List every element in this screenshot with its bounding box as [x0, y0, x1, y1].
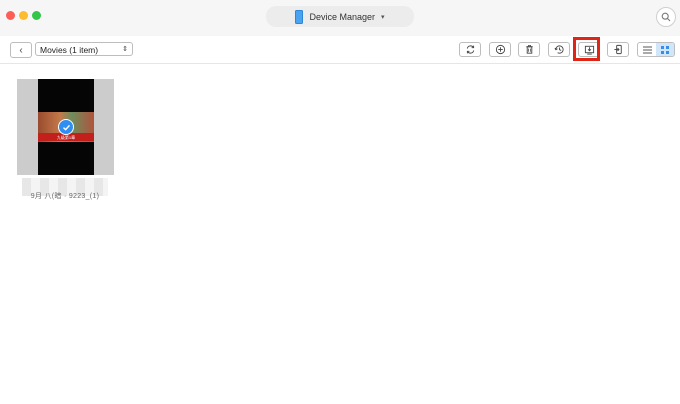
maximize-window-button[interactable] [32, 11, 41, 20]
restore-button[interactable] [548, 42, 570, 57]
updown-chevron-icon: ⇕ [122, 46, 128, 53]
minimize-window-button[interactable] [19, 11, 28, 20]
media-item[interactable]: 九级第1章 [17, 79, 114, 175]
device-selector[interactable]: Device Manager ▾ [266, 6, 414, 27]
list-view-icon [642, 46, 652, 53]
send-to-device-icon [613, 44, 622, 55]
media-file-name: 9月 八(暗 · 9223_(1) [30, 193, 100, 200]
export-button-highlight [573, 37, 600, 61]
back-button[interactable]: ‹ [10, 42, 32, 58]
refresh-icon [466, 45, 474, 54]
add-button[interactable] [489, 42, 511, 57]
plus-circle-icon [495, 44, 505, 55]
phone-icon [295, 9, 304, 24]
trash-icon [525, 45, 533, 54]
refresh-button[interactable] [459, 42, 481, 57]
grid-view-icon [661, 45, 669, 54]
checkmark-icon [62, 124, 70, 131]
device-label: Device Manager [309, 11, 375, 22]
chevron-left-icon: ‹ [19, 44, 23, 56]
send-to-device-button[interactable] [607, 42, 629, 57]
grid-view-button[interactable] [656, 43, 674, 56]
view-mode-toggle [637, 42, 675, 57]
video-thumbnail: 九级第1章 [38, 79, 94, 175]
delete-button[interactable] [518, 42, 540, 57]
folder-select-value: Movies (1 item) [40, 45, 99, 55]
restore-icon [554, 45, 564, 54]
thumbnail-caption: 九级第1章 [56, 135, 76, 140]
folder-select[interactable]: Movies (1 item) ⇕ [35, 42, 133, 56]
close-window-button[interactable] [6, 11, 15, 20]
chevron-down-icon: ▾ [381, 13, 385, 21]
search-icon [661, 12, 671, 22]
title-bar: Device Manager ▾ [0, 0, 680, 36]
selected-check-icon[interactable] [58, 119, 74, 135]
search-button[interactable] [656, 7, 676, 27]
list-view-button[interactable] [638, 43, 656, 56]
